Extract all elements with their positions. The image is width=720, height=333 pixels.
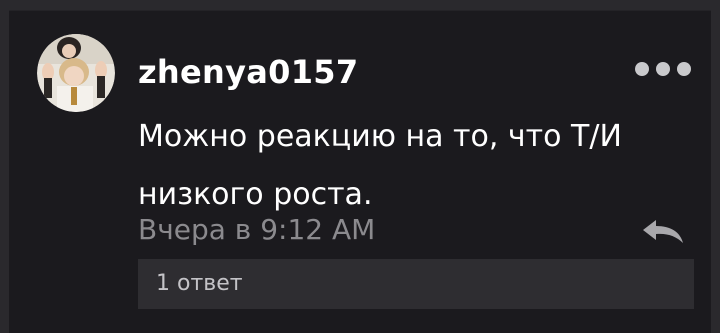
comment-timestamp: Вчера в 9:12 AM	[138, 213, 376, 246]
username[interactable]: zhenya0157	[138, 53, 358, 91]
avatar-image	[37, 34, 115, 112]
more-options-button[interactable]	[635, 61, 693, 77]
comment-text: Можно реакцию на то, что Т/И низкого рос…	[138, 119, 622, 212]
more-horizontal-icon-dot	[677, 62, 691, 76]
more-horizontal-icon	[635, 62, 649, 76]
replies-count-label: 1 ответ	[156, 271, 243, 296]
reply-button[interactable]	[640, 218, 686, 244]
reply-arrow-icon	[643, 220, 683, 243]
user-avatar[interactable]	[37, 34, 115, 112]
view-replies-button[interactable]: 1 ответ	[138, 259, 694, 309]
more-horizontal-icon-dot	[656, 62, 670, 76]
